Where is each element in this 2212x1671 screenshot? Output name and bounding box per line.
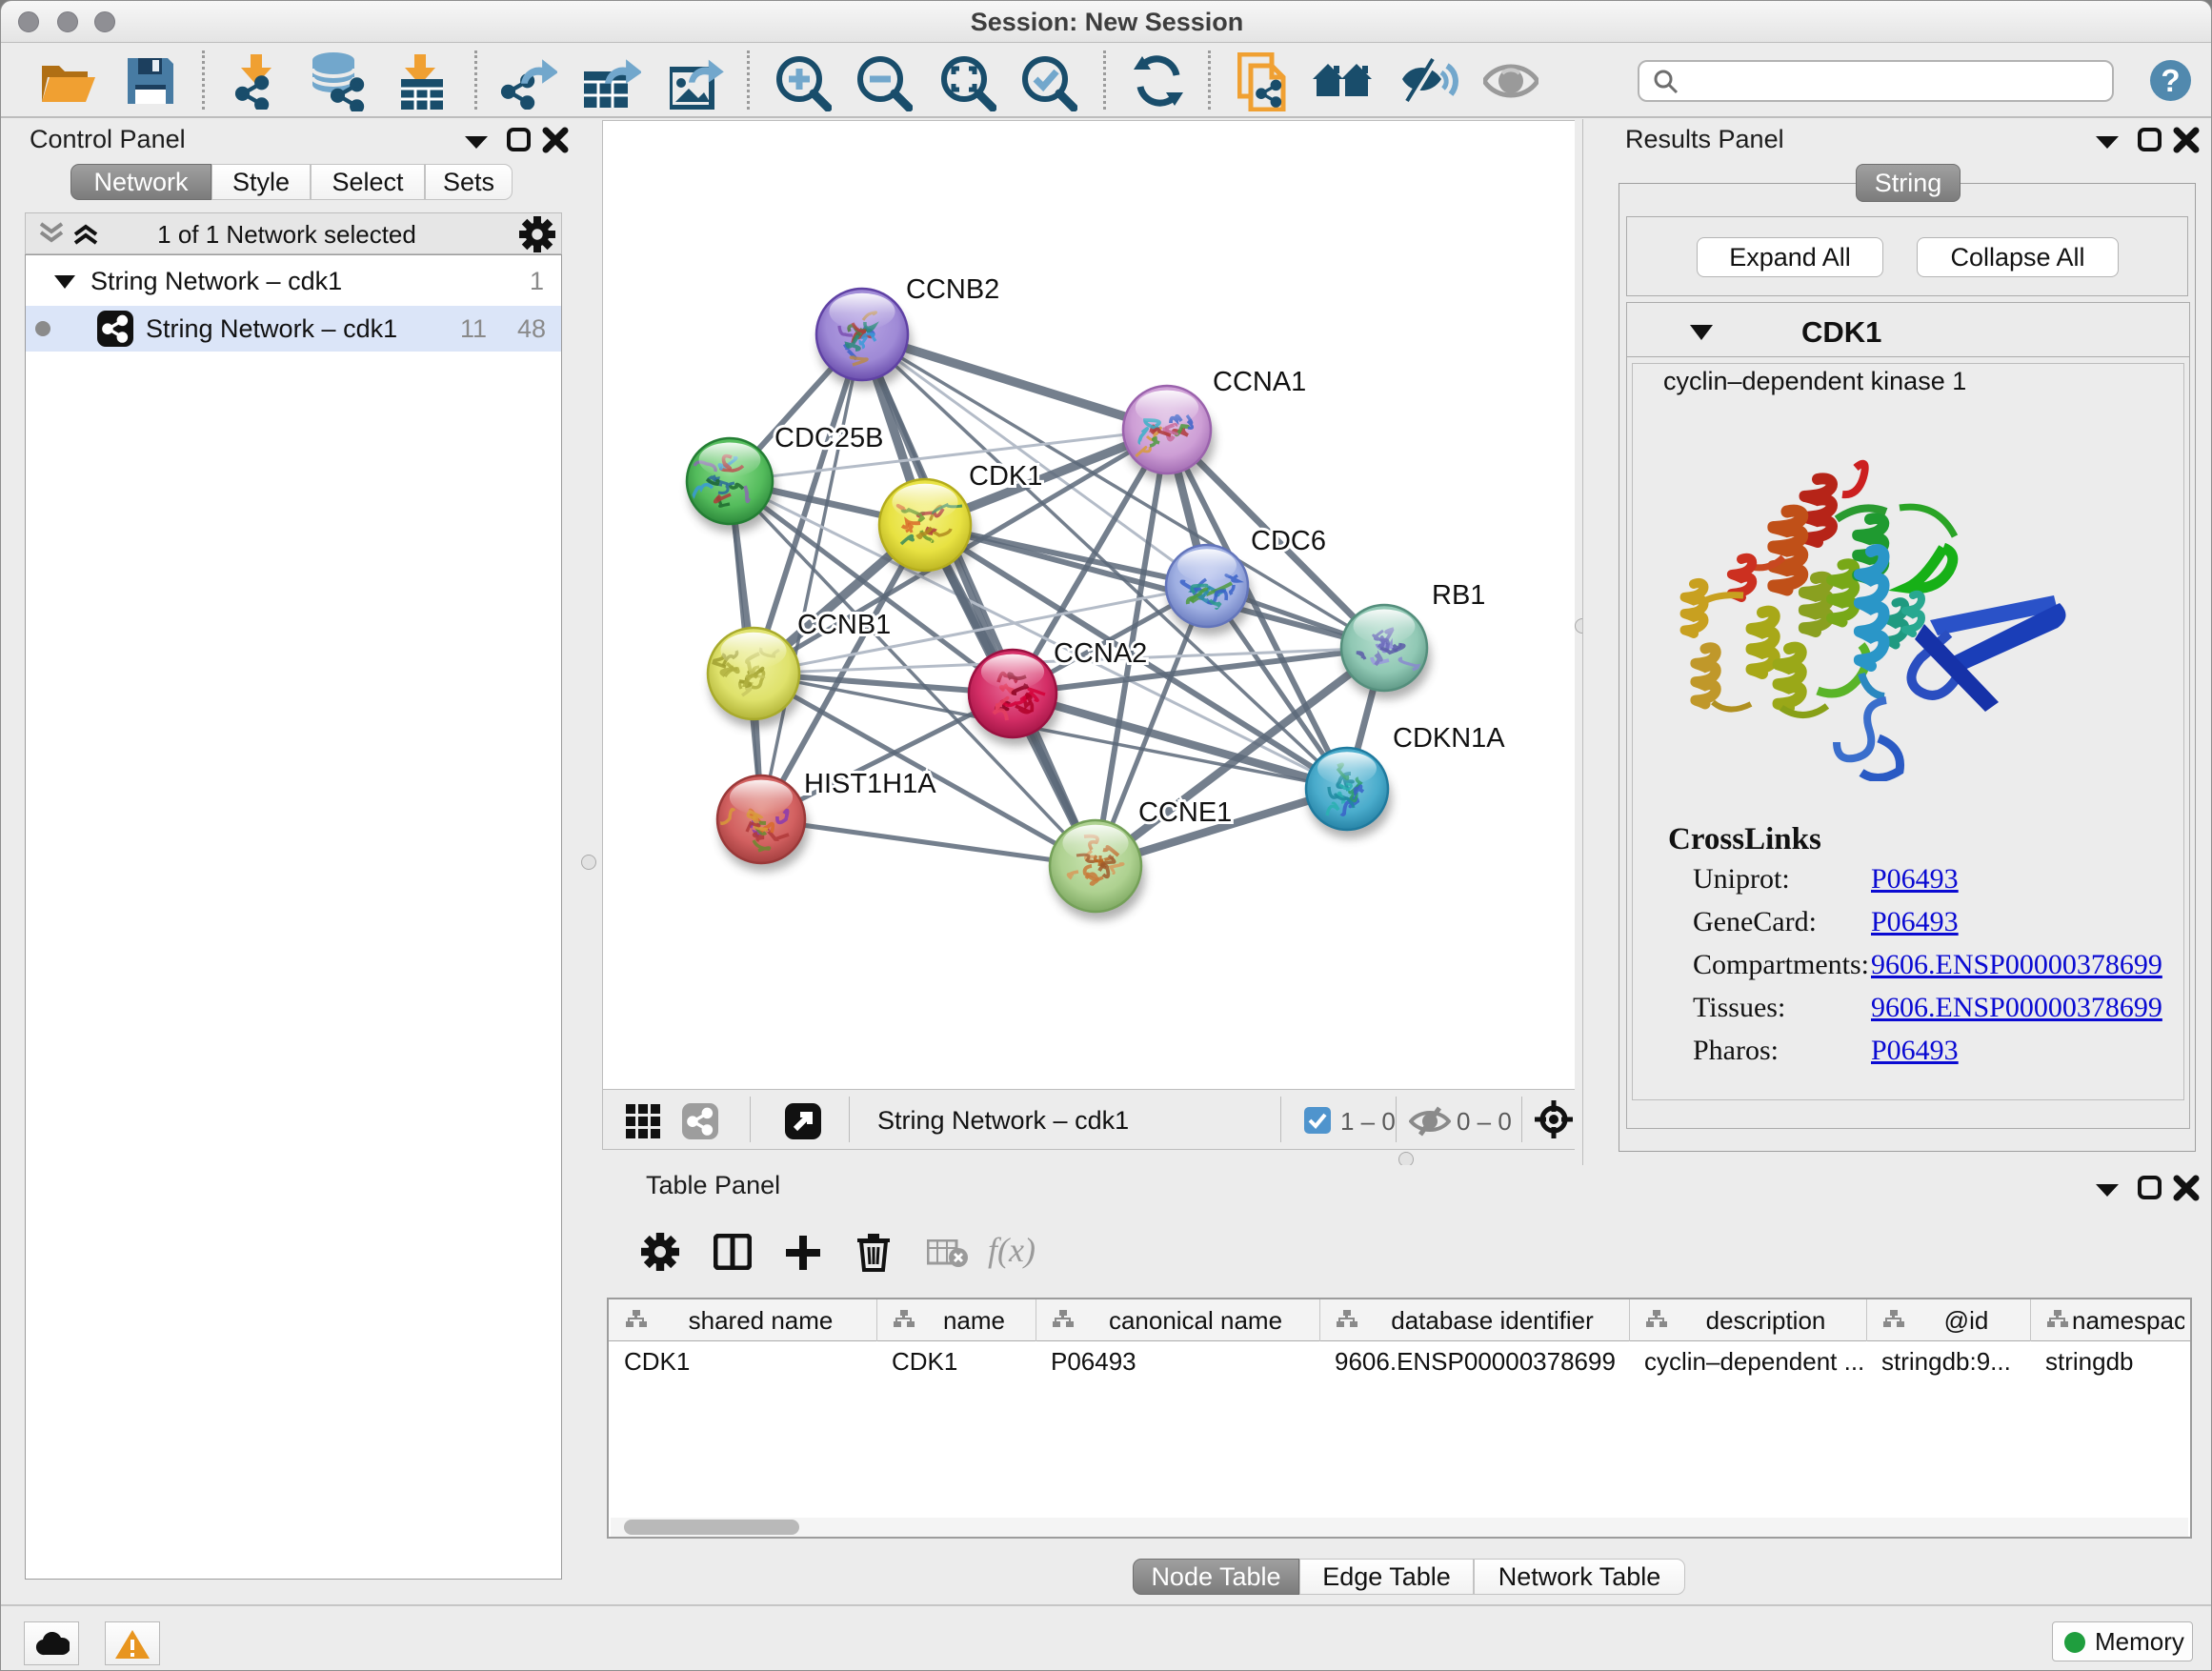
svg-text:CCNB1: CCNB1 xyxy=(797,610,891,640)
svg-text:HIST1H1A: HIST1H1A xyxy=(804,769,936,799)
svg-text:CCNA1: CCNA1 xyxy=(1213,367,1306,397)
svg-text:CCNE1: CCNE1 xyxy=(1138,797,1232,828)
svg-text:CDC25B: CDC25B xyxy=(774,423,883,453)
svg-text:RB1: RB1 xyxy=(1432,580,1485,611)
svg-text:CDK1: CDK1 xyxy=(969,461,1042,492)
svg-text:CDKN1A: CDKN1A xyxy=(1393,723,1505,754)
svg-text:CCNA2: CCNA2 xyxy=(1054,638,1147,669)
svg-text:CCNB2: CCNB2 xyxy=(906,274,999,305)
svg-text:CDC6: CDC6 xyxy=(1251,526,1326,556)
